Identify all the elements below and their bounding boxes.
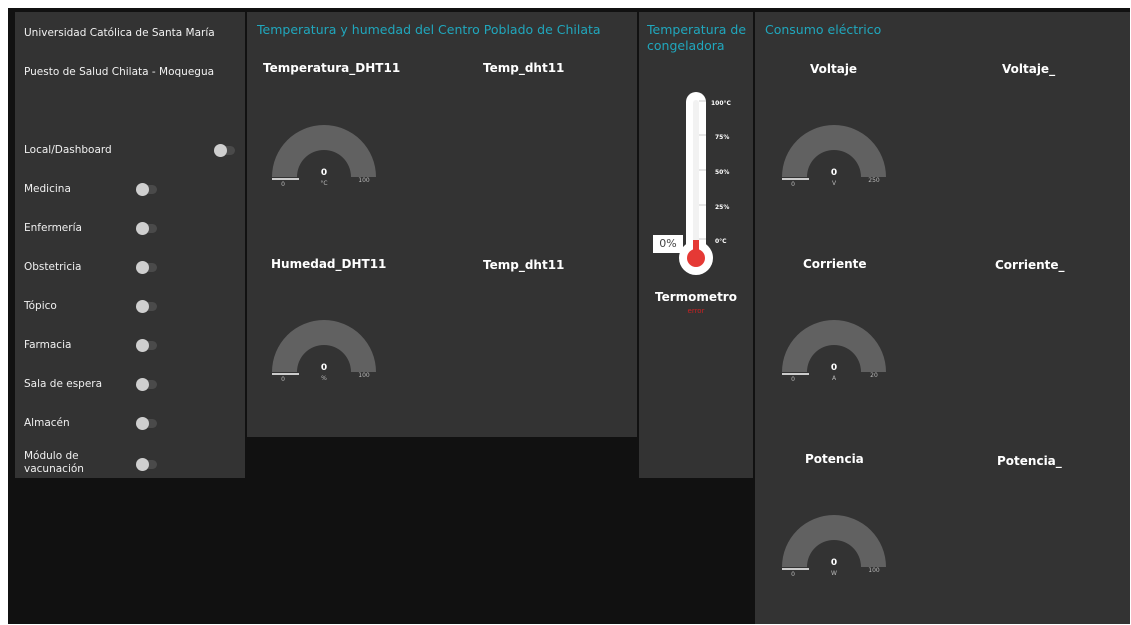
gauge-min: 0 (281, 376, 285, 383)
scale-100: 100°C (711, 100, 732, 107)
gauge-max: 20 (870, 372, 878, 379)
switch-label: Farmacia (24, 339, 72, 351)
switch-label: Almacén (24, 417, 70, 429)
voltage-text-label: Voltaje_ (1002, 62, 1056, 76)
dashboard: Universidad Católica de Santa María Pues… (8, 8, 1130, 624)
switch-medicina[interactable]: Medicina (15, 179, 245, 201)
gauge-min: 0 (281, 181, 285, 188)
power-gauge-label: Potencia (805, 452, 864, 466)
gauge-unit: °C (320, 180, 327, 187)
power-text-label: Potencia_ (997, 454, 1062, 468)
toggle-switch[interactable] (136, 458, 157, 471)
gauge-value: 0 (321, 168, 327, 178)
gauge-min: 0 (791, 181, 795, 188)
toggle-switch[interactable] (136, 300, 157, 313)
thermometer-label: Termometro (655, 290, 737, 304)
gauge-value: 0 (321, 363, 327, 373)
current-text-label: Corriente_ (995, 258, 1065, 272)
switch-sala-de-espera[interactable]: Sala de espera (15, 374, 245, 396)
toggle-switch[interactable] (136, 183, 157, 196)
gauge-max: 250 (868, 177, 880, 184)
power-panel: Consumo eléctrico Voltaje Voltaje_ 0 V 0… (755, 12, 1130, 624)
current-gauge-label: Corriente (803, 257, 867, 271)
voltage-gauge: 0 V 0 250 (779, 124, 889, 189)
toggle-switch[interactable] (136, 222, 157, 235)
switch-enfermeria[interactable]: Enfermería (15, 218, 245, 240)
scale-50: 50% (715, 169, 729, 176)
switch-label: Enfermería (24, 222, 82, 234)
gauge-value: 0 (831, 558, 837, 568)
power-title: Consumo eléctrico (765, 22, 882, 37)
freezer-panel: Temperatura de congeladora 100°C 75% 50%… (639, 12, 753, 478)
switch-almacen[interactable]: Almacén (15, 413, 245, 435)
scale-0: 0°C (715, 238, 727, 245)
gauge-value: 0 (831, 168, 837, 178)
gauge-min: 0 (791, 571, 795, 578)
scale-75: 75% (715, 134, 729, 141)
switch-label: Local/Dashboard (24, 144, 112, 156)
toggle-switch[interactable] (136, 339, 157, 352)
gauge-min: 0 (791, 376, 795, 383)
thermometer-status: error (687, 307, 705, 315)
switch-topico[interactable]: Tópico (15, 296, 245, 318)
gauge-unit: A (832, 375, 837, 382)
temperature-gauge-label: Temperatura_DHT11 (263, 61, 401, 75)
current-gauge: 0 A 0 20 (779, 319, 889, 384)
scale-25: 25% (715, 204, 729, 211)
gauge-max: 100 (868, 567, 880, 574)
switch-label: Módulo de vacunación (24, 450, 84, 475)
thermometer-percent: 0% (653, 235, 683, 253)
switch-modulo-vacunacion[interactable]: Módulo de vacunación (15, 449, 245, 479)
humidity-gauge-label: Humedad_DHT11 (271, 257, 387, 271)
gauge-max: 100 (358, 372, 370, 379)
environment-title: Temperatura y humedad del Centro Poblado… (257, 22, 601, 37)
toggle-switch[interactable] (136, 378, 157, 391)
gauge-unit: % (321, 375, 327, 382)
gauge-unit: V (832, 180, 837, 187)
switch-label: Tópico (24, 300, 57, 312)
humidity-gauge: 0 % 0 100 (269, 319, 379, 384)
voltage-gauge-label: Voltaje (810, 62, 858, 76)
toggle-switch[interactable] (136, 417, 157, 430)
switch-obstetricia[interactable]: Obstetricia (15, 257, 245, 279)
toggle-switch[interactable] (214, 144, 235, 157)
switch-label: Medicina (24, 183, 71, 195)
switch-farmacia[interactable]: Farmacia (15, 335, 245, 357)
control-panel: Universidad Católica de Santa María Pues… (15, 12, 245, 478)
gauge-unit: W (831, 570, 837, 577)
university-name: Universidad Católica de Santa María (24, 27, 215, 39)
switch-label: Sala de espera (24, 378, 103, 390)
gauge-value: 0 (831, 363, 837, 373)
switch-local-dashboard[interactable]: Local/Dashboard (15, 140, 245, 162)
temperature-text-label: Temp_dht11 (483, 61, 565, 75)
gauge-max: 100 (358, 177, 370, 184)
station-name: Puesto de Salud Chilata - Moquegua (24, 66, 215, 78)
power-gauge: 0 W 0 100 (779, 514, 889, 579)
humidity-text-label: Temp_dht11 (483, 258, 565, 272)
toggle-switch[interactable] (136, 261, 157, 274)
environment-panel: Temperatura y humedad del Centro Poblado… (247, 12, 637, 437)
switch-label: Obstetricia (24, 261, 82, 273)
temperature-gauge: 0 °C 0 100 (269, 124, 379, 189)
